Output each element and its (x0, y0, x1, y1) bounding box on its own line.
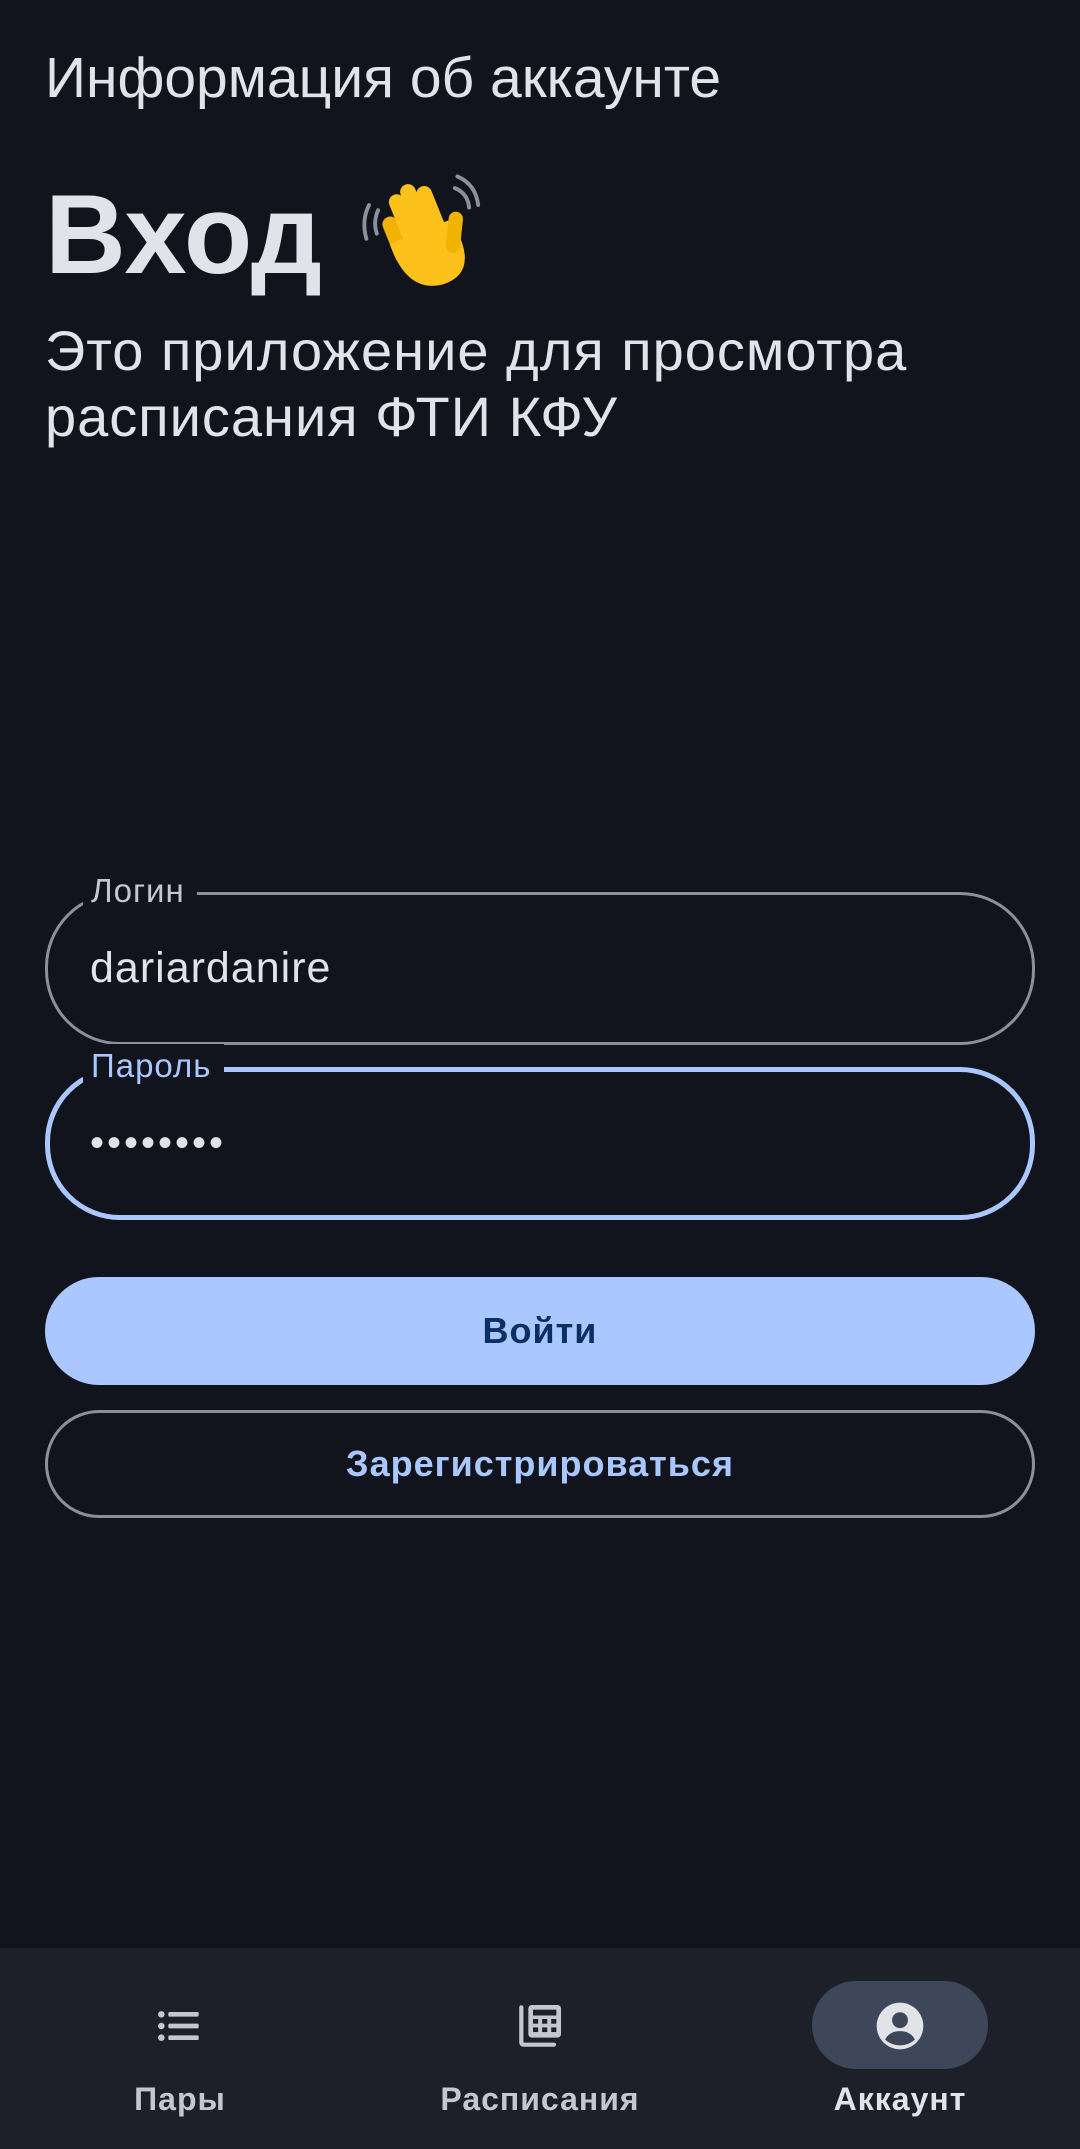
password-field-value[interactable]: •••••••• (90, 1072, 226, 1219)
nav-item-schedules[interactable]: Расписания (360, 1948, 720, 2149)
bottom-navigation: Пары Расписания Аккаунт (0, 1948, 1080, 2149)
calendar-grid-icon (519, 2005, 561, 2047)
account-circle-icon (876, 2002, 924, 2050)
waving-hand-icon (362, 174, 481, 286)
list-icon (158, 2011, 199, 2041)
nav-label-schedules: Расписания (440, 2081, 640, 2117)
app-bar-title: Информация об аккаунте (45, 46, 722, 110)
login-field[interactable]: Логин dariardanire (45, 869, 1035, 1045)
heading-text: Вход (45, 172, 322, 297)
login-button[interactable]: Войти (45, 1277, 1035, 1385)
nav-label-account: Аккаунт (833, 2081, 967, 2117)
login-field-value[interactable]: dariardanire (90, 895, 331, 1042)
app-description: Это приложение для просмотра расписания … (45, 319, 908, 448)
register-button[interactable]: Зарегистрироваться (45, 1410, 1035, 1518)
login-heading: Вход (45, 165, 486, 305)
nav-item-account[interactable]: Аккаунт (720, 1948, 1080, 2149)
nav-label-pairs: Пары (134, 2081, 226, 2117)
nav-item-pairs[interactable]: Пары (0, 1948, 360, 2149)
password-field[interactable]: Пароль •••••••• (45, 1044, 1035, 1220)
